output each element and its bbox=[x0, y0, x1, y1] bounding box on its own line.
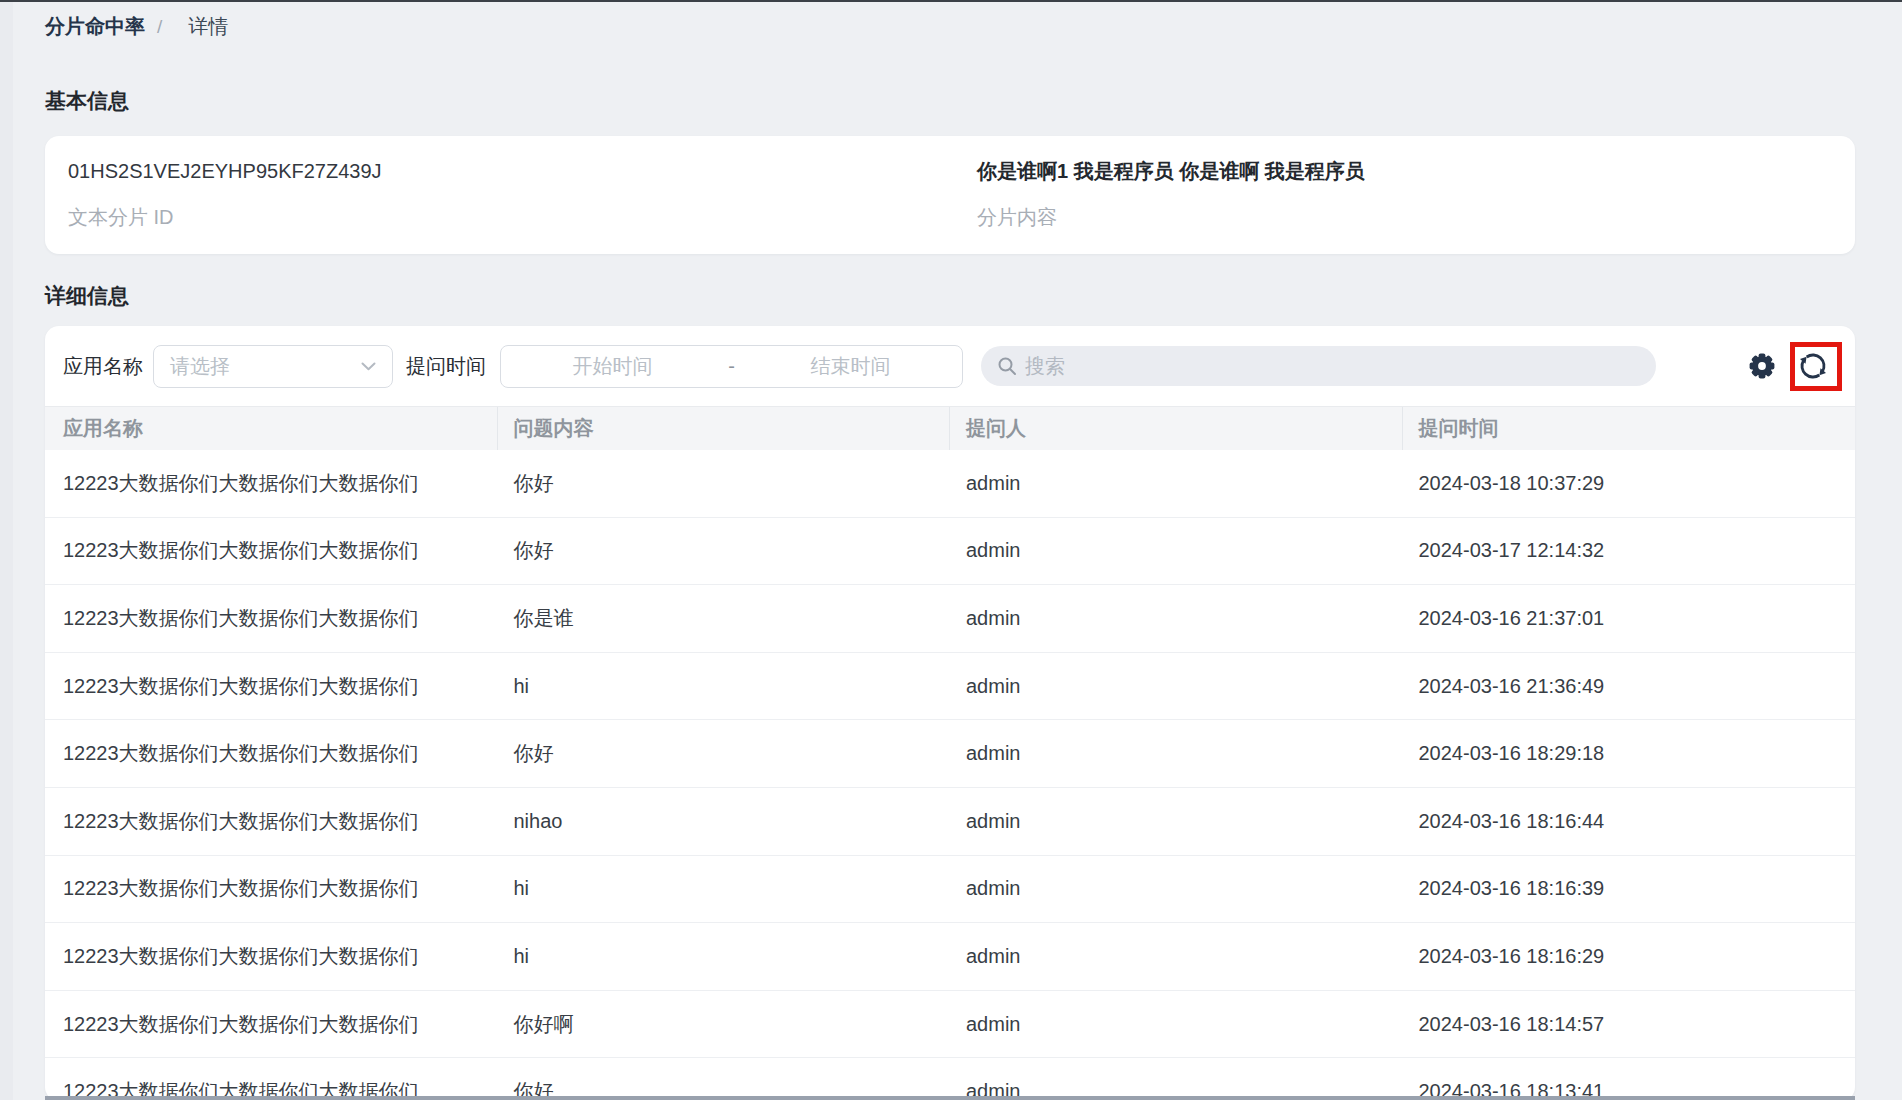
cell-asker: admin bbox=[950, 991, 1403, 1058]
col-header-ask-time[interactable]: 提问时间 bbox=[1403, 407, 1856, 450]
chunk-id-label: 文本分片 ID bbox=[68, 205, 950, 229]
chunk-content-label: 分片内容 bbox=[977, 205, 1855, 229]
cell-asker: admin bbox=[950, 856, 1403, 923]
ask-time-range-picker[interactable]: 开始时间 - 结束时间 bbox=[500, 345, 963, 388]
cell-asker: admin bbox=[950, 923, 1403, 990]
search-icon bbox=[996, 355, 1018, 377]
cell-question: hi bbox=[498, 923, 951, 990]
cell-question: 你好 bbox=[498, 518, 951, 585]
table-row: 12223大数据你们大数据你们大数据你们hiadmin2024-03-16 18… bbox=[45, 856, 1855, 924]
search-placeholder: 搜索 bbox=[1025, 353, 1065, 380]
breadcrumb: 分片命中率 / 详情 bbox=[45, 14, 1855, 39]
detail-info-title: 详细信息 bbox=[45, 284, 1855, 308]
breadcrumb-separator: / bbox=[157, 15, 162, 39]
bottom-scrollbar-edge bbox=[45, 1096, 1855, 1100]
cell-app-name: 12223大数据你们大数据你们大数据你们 bbox=[45, 450, 498, 517]
cell-ask-time: 2024-03-16 21:36:49 bbox=[1403, 653, 1856, 720]
cell-ask-time: 2024-03-16 18:13:41 bbox=[1403, 1058, 1856, 1100]
cell-ask-time: 2024-03-16 18:29:18 bbox=[1403, 720, 1856, 787]
cell-ask-time: 2024-03-16 18:14:57 bbox=[1403, 991, 1856, 1058]
range-separator: - bbox=[724, 355, 739, 378]
page: 分片命中率 / 详情 基本信息 01HS2S1VEJ2EYHP95KF27Z43… bbox=[45, 0, 1855, 1100]
col-header-app-name[interactable]: 应用名称 bbox=[45, 407, 498, 450]
table-body: 12223大数据你们大数据你们大数据你们你好admin2024-03-18 10… bbox=[45, 450, 1855, 1100]
cell-app-name: 12223大数据你们大数据你们大数据你们 bbox=[45, 720, 498, 787]
cell-ask-time: 2024-03-16 18:16:29 bbox=[1403, 923, 1856, 990]
col-header-question[interactable]: 问题内容 bbox=[498, 407, 951, 450]
cell-ask-time: 2024-03-16 21:37:01 bbox=[1403, 585, 1856, 652]
cell-app-name: 12223大数据你们大数据你们大数据你们 bbox=[45, 1058, 498, 1100]
filter-toolbar: 应用名称 请选择 提问时间 开始时间 - 结束时间 搜索 bbox=[45, 326, 1855, 406]
cell-asker: admin bbox=[950, 585, 1403, 652]
cell-app-name: 12223大数据你们大数据你们大数据你们 bbox=[45, 923, 498, 990]
table-row: 12223大数据你们大数据你们大数据你们你好admin2024-03-16 18… bbox=[45, 720, 1855, 788]
table-row: 12223大数据你们大数据你们大数据你们你是谁admin2024-03-16 2… bbox=[45, 585, 1855, 653]
table-row: 12223大数据你们大数据你们大数据你们你好啊admin2024-03-16 1… bbox=[45, 991, 1855, 1059]
cell-ask-time: 2024-03-16 18:16:39 bbox=[1403, 856, 1856, 923]
settings-button[interactable] bbox=[1748, 352, 1776, 380]
cell-asker: admin bbox=[950, 518, 1403, 585]
chunk-content-value: 你是谁啊1 我是程序员 你是谁啊 我是程序员 bbox=[977, 159, 1855, 183]
table-row: 12223大数据你们大数据你们大数据你们hiadmin2024-03-16 18… bbox=[45, 923, 1855, 991]
detail-table-card: 应用名称 请选择 提问时间 开始时间 - 结束时间 搜索 bbox=[45, 326, 1855, 1100]
cell-asker: admin bbox=[950, 720, 1403, 787]
cell-asker: admin bbox=[950, 653, 1403, 720]
cell-app-name: 12223大数据你们大数据你们大数据你们 bbox=[45, 856, 498, 923]
cell-question: hi bbox=[498, 653, 951, 720]
cell-asker: admin bbox=[950, 450, 1403, 517]
cell-asker: admin bbox=[950, 788, 1403, 855]
table-header: 应用名称 问题内容 提问人 提问时间 bbox=[45, 406, 1855, 450]
chunk-content-field: 你是谁啊1 我是程序员 你是谁啊 我是程序员 分片内容 bbox=[950, 159, 1855, 254]
basic-info-card: 01HS2S1VEJ2EYHP95KF27Z439J 文本分片 ID 你是谁啊1… bbox=[45, 136, 1855, 254]
app-name-filter-label: 应用名称 bbox=[63, 353, 143, 380]
basic-info-title: 基本信息 bbox=[45, 89, 1855, 113]
cell-ask-time: 2024-03-16 18:16:44 bbox=[1403, 788, 1856, 855]
refresh-highlight-box bbox=[1790, 342, 1842, 391]
gear-icon bbox=[1748, 352, 1776, 380]
cell-question: 你好啊 bbox=[498, 991, 951, 1058]
cell-ask-time: 2024-03-17 12:14:32 bbox=[1403, 518, 1856, 585]
table-row: 12223大数据你们大数据你们大数据你们你好admin2024-03-18 10… bbox=[45, 450, 1855, 518]
cell-question: 你是谁 bbox=[498, 585, 951, 652]
left-margin-strip bbox=[0, 0, 13, 1100]
cell-app-name: 12223大数据你们大数据你们大数据你们 bbox=[45, 653, 498, 720]
cell-question: 你好 bbox=[498, 720, 951, 787]
cell-question: 你好 bbox=[498, 1058, 951, 1100]
table-row: 12223大数据你们大数据你们大数据你们nihaoadmin2024-03-16… bbox=[45, 788, 1855, 856]
cell-question: hi bbox=[498, 856, 951, 923]
cell-question: nihao bbox=[498, 788, 951, 855]
col-header-asker[interactable]: 提问人 bbox=[950, 407, 1403, 450]
cell-app-name: 12223大数据你们大数据你们大数据你们 bbox=[45, 585, 498, 652]
cell-asker: admin bbox=[950, 1058, 1403, 1100]
breadcrumb-current: 详情 bbox=[188, 14, 228, 38]
cell-ask-time: 2024-03-18 10:37:29 bbox=[1403, 450, 1856, 517]
table-row: 12223大数据你们大数据你们大数据你们你好admin2024-03-17 12… bbox=[45, 518, 1855, 586]
chunk-id-field: 01HS2S1VEJ2EYHP95KF27Z439J 文本分片 ID bbox=[45, 159, 950, 254]
app-name-select-placeholder: 请选择 bbox=[170, 353, 361, 380]
chunk-id-value: 01HS2S1VEJ2EYHP95KF27Z439J bbox=[68, 159, 950, 183]
chevron-down-icon bbox=[361, 362, 376, 371]
app-name-select[interactable]: 请选择 bbox=[153, 345, 393, 388]
cell-question: 你好 bbox=[498, 450, 951, 517]
table-row: 12223大数据你们大数据你们大数据你们你好admin2024-03-16 18… bbox=[45, 1058, 1855, 1100]
end-time-input[interactable]: 结束时间 bbox=[739, 353, 962, 380]
cell-app-name: 12223大数据你们大数据你们大数据你们 bbox=[45, 518, 498, 585]
ask-time-filter-label: 提问时间 bbox=[406, 353, 486, 380]
breadcrumb-parent[interactable]: 分片命中率 bbox=[45, 14, 145, 38]
search-input[interactable]: 搜索 bbox=[981, 346, 1656, 386]
window-top-edge bbox=[0, 0, 1902, 2]
cell-app-name: 12223大数据你们大数据你们大数据你们 bbox=[45, 788, 498, 855]
cell-app-name: 12223大数据你们大数据你们大数据你们 bbox=[45, 991, 498, 1058]
start-time-input[interactable]: 开始时间 bbox=[501, 353, 724, 380]
table-row: 12223大数据你们大数据你们大数据你们hiadmin2024-03-16 21… bbox=[45, 653, 1855, 721]
